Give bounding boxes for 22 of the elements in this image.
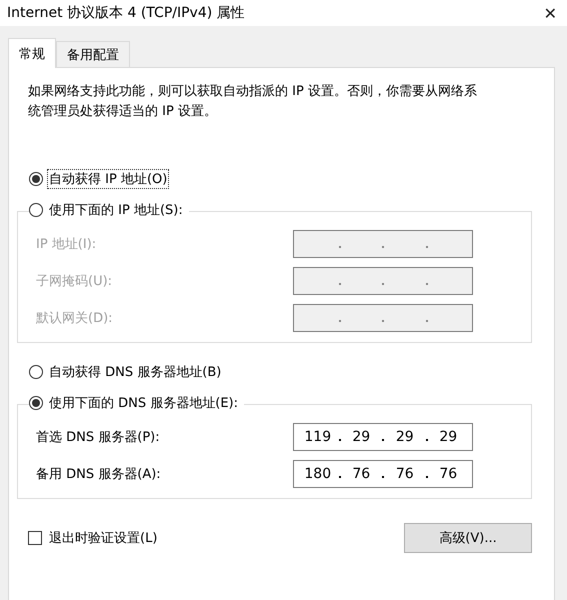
description-text: 如果网络支持此功能，则可以获取自动指派的 IP 设置。否则，你需要从网络系统管理员处获得适当的 IP 设置。 <box>28 83 478 121</box>
checkbox-label[interactable]: 退出时验证设置(L) <box>47 528 160 548</box>
radio-button[interactable] <box>29 396 43 410</box>
window-title: Internet 协议版本 4 (TCP/IPv4) 属性 <box>7 4 245 22</box>
ip-address-field[interactable]: 119 29 29 29 <box>293 423 473 451</box>
advanced-button[interactable]: 高级(V)... <box>404 523 532 553</box>
field-label: 子网掩码(U): <box>36 273 112 290</box>
checkbox[interactable] <box>28 531 42 545</box>
ip-address-field[interactable] <box>293 230 473 258</box>
close-button[interactable]: ✕ <box>544 4 557 22</box>
radio-label[interactable]: 使用下面的 DNS 服务器地址(E): <box>47 393 240 413</box>
ip-address-field[interactable] <box>293 304 473 332</box>
field-label: 首选 DNS 服务器(P): <box>36 429 160 446</box>
tab[interactable]: 常规 <box>8 38 56 68</box>
ip-address-field[interactable] <box>293 267 473 295</box>
radio-label[interactable]: 自动获得 DNS 服务器地址(B) <box>47 362 224 382</box>
field-label: 备用 DNS 服务器(A): <box>36 466 161 483</box>
tab[interactable]: 备用配置 <box>56 41 130 67</box>
radio-button[interactable] <box>29 365 43 379</box>
field-label: 默认网关(D): <box>36 310 113 327</box>
ip-address-field[interactable]: 180 76 76 76 <box>293 460 473 488</box>
field-label: IP 地址(I): <box>36 236 96 253</box>
